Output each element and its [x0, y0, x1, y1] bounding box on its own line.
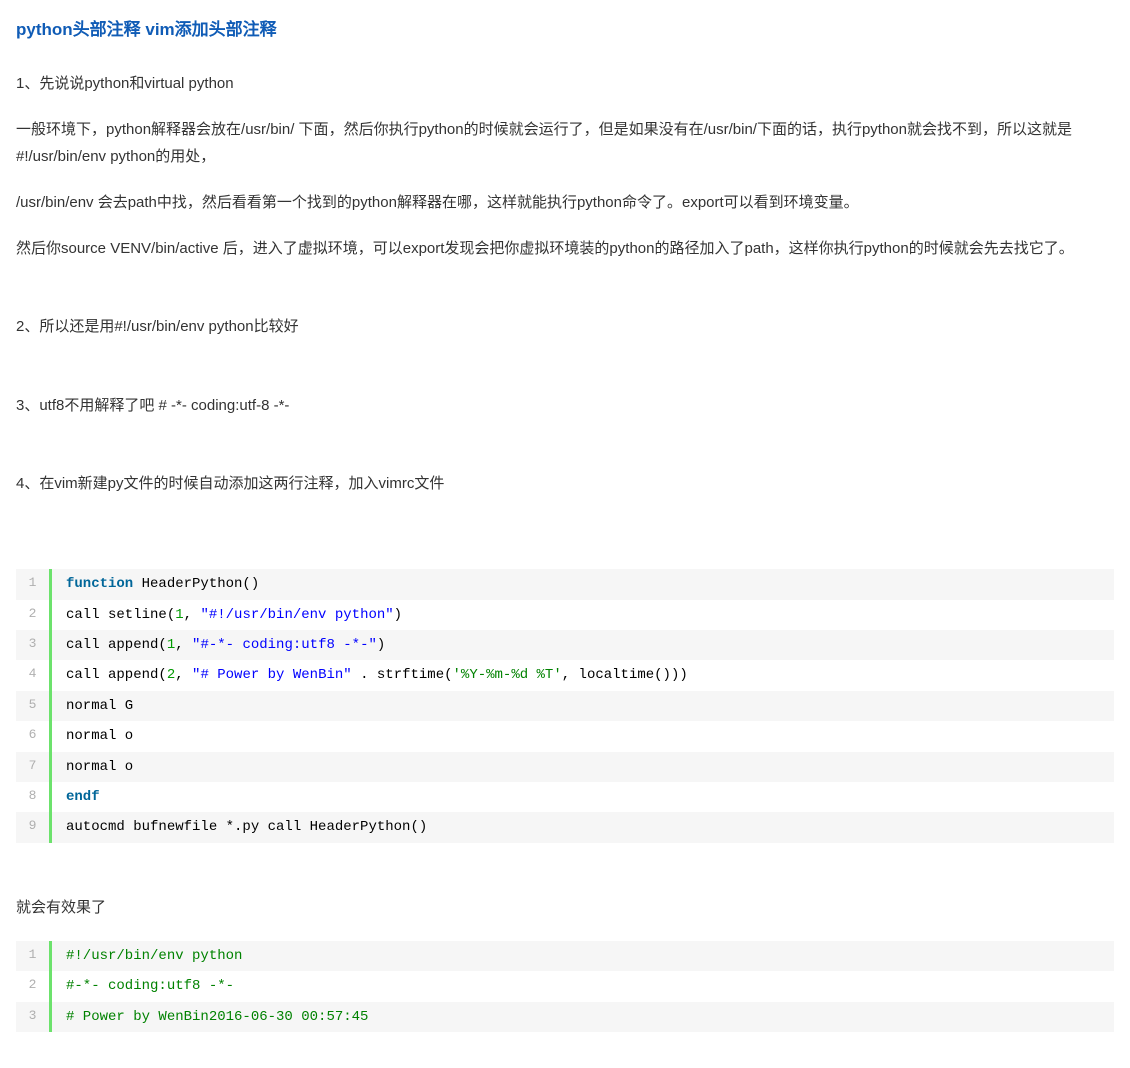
code-block-2: 1#!/usr/bin/env python2#-*- coding:utf8 … — [16, 941, 1114, 1032]
code-line: 1function HeaderPython() — [16, 569, 1114, 599]
line-number: 3 — [16, 1002, 52, 1032]
paragraph-4: 然后你source VENV/bin/active 后，进入了虚拟环境，可以ex… — [16, 236, 1114, 262]
code-line: 8endf — [16, 782, 1114, 812]
line-number: 8 — [16, 782, 52, 812]
code-content: normal G — [52, 691, 1114, 721]
paragraph-5: 2、所以还是用#!/usr/bin/env python比较好 — [16, 314, 1114, 340]
code-line: 5normal G — [16, 691, 1114, 721]
line-number: 5 — [16, 691, 52, 721]
code-content: endf — [52, 782, 1114, 812]
line-number: 9 — [16, 812, 52, 842]
paragraph-6: 3、utf8不用解释了吧 # -*- coding:utf-8 -*- — [16, 393, 1114, 419]
line-number: 1 — [16, 941, 52, 971]
code-content: normal o — [52, 752, 1114, 782]
code-content: normal o — [52, 721, 1114, 751]
paragraph-2: 一般环境下，python解释器会放在/usr/bin/ 下面，然后你执行pyth… — [16, 117, 1114, 170]
paragraph-8: 就会有效果了 — [16, 895, 1114, 921]
code-line: 1#!/usr/bin/env python — [16, 941, 1114, 971]
code-line: 7normal o — [16, 752, 1114, 782]
line-number: 4 — [16, 660, 52, 690]
line-number: 7 — [16, 752, 52, 782]
code-content: call append(2, "# Power by WenBin" . str… — [52, 660, 1114, 690]
paragraph-7: 4、在vim新建py文件的时候自动添加这两行注释，加入vimrc文件 — [16, 471, 1114, 497]
line-number: 2 — [16, 971, 52, 1001]
code-line: 2#-*- coding:utf8 -*- — [16, 971, 1114, 1001]
code-line: 2call setline(1, "#!/usr/bin/env python"… — [16, 600, 1114, 630]
code-line: 3# Power by WenBin2016-06-30 00:57:45 — [16, 1002, 1114, 1032]
code-content: #-*- coding:utf8 -*- — [52, 971, 1114, 1001]
code-line: 4call append(2, "# Power by WenBin" . st… — [16, 660, 1114, 690]
paragraph-3: /usr/bin/env 会去path中找，然后看看第一个找到的python解释… — [16, 190, 1114, 216]
line-number: 6 — [16, 721, 52, 751]
line-number: 3 — [16, 630, 52, 660]
code-line: 3call append(1, "#-*- coding:utf8 -*-") — [16, 630, 1114, 660]
code-content: call setline(1, "#!/usr/bin/env python") — [52, 600, 1114, 630]
line-number: 1 — [16, 569, 52, 599]
code-line: 9autocmd bufnewfile *.py call HeaderPyth… — [16, 812, 1114, 842]
paragraph-1: 1、先说说python和virtual python — [16, 71, 1114, 97]
code-content: call append(1, "#-*- coding:utf8 -*-") — [52, 630, 1114, 660]
code-block-1: 1function HeaderPython()2call setline(1,… — [16, 569, 1114, 843]
page-title: python头部注释 vim添加头部注释 — [16, 16, 1114, 43]
code-content: #!/usr/bin/env python — [52, 941, 1114, 971]
line-number: 2 — [16, 600, 52, 630]
code-content: # Power by WenBin2016-06-30 00:57:45 — [52, 1002, 1114, 1032]
code-line: 6normal o — [16, 721, 1114, 751]
code-content: function HeaderPython() — [52, 569, 1114, 599]
code-content: autocmd bufnewfile *.py call HeaderPytho… — [52, 812, 1114, 842]
